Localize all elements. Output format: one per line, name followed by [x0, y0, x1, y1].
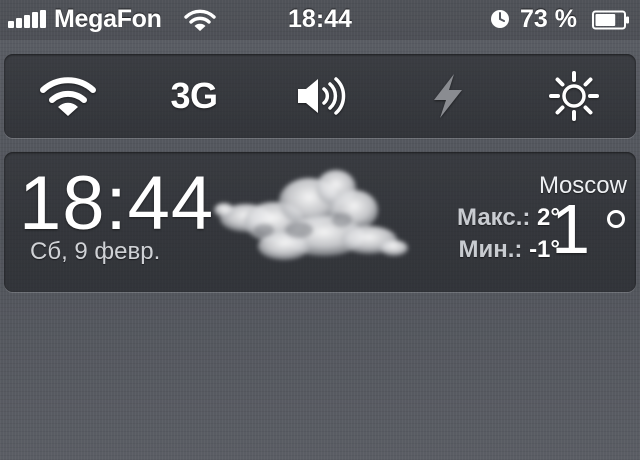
alarm-clock-icon	[491, 10, 509, 28]
wifi-icon	[184, 9, 216, 31]
carrier-name: MegaFon	[54, 5, 162, 33]
sound-toggle[interactable]	[272, 54, 372, 138]
battery-percentage: 73 %	[520, 5, 577, 33]
wifi-toggle[interactable]	[18, 54, 118, 138]
quick-toggles-panel: 3G	[4, 54, 636, 138]
current-temperature: 1	[551, 190, 590, 268]
battery-icon	[592, 10, 629, 30]
widget-time: 18:44	[19, 161, 215, 246]
degree-symbol	[607, 210, 625, 228]
wifi-icon	[40, 77, 96, 116]
signal-strength-icon	[8, 10, 48, 28]
min-temperature: Мин.: -1°	[458, 236, 560, 264]
lightning-icon	[434, 74, 462, 118]
flash-toggle[interactable]	[398, 54, 498, 138]
status-bar: MegaFon 18:44 73 %	[0, 0, 640, 40]
brightness-toggle[interactable]	[524, 54, 624, 138]
cellular-3g-label: 3G	[170, 75, 218, 116]
widget-date: Сб, 9 февр.	[30, 238, 161, 265]
sun-icon	[549, 71, 599, 121]
max-temperature: Макс.: 2°	[457, 204, 560, 232]
cloud-icon	[214, 170, 408, 260]
min-label: Мин.:	[458, 236, 523, 263]
speaker-icon	[298, 77, 346, 115]
cellular-3g-toggle[interactable]: 3G	[144, 54, 244, 138]
weather-widget[interactable]: 18:44 Сб, 9 февр. Moscow Макс.: 2° Мин.:…	[4, 152, 636, 292]
max-label: Макс.:	[457, 204, 531, 231]
